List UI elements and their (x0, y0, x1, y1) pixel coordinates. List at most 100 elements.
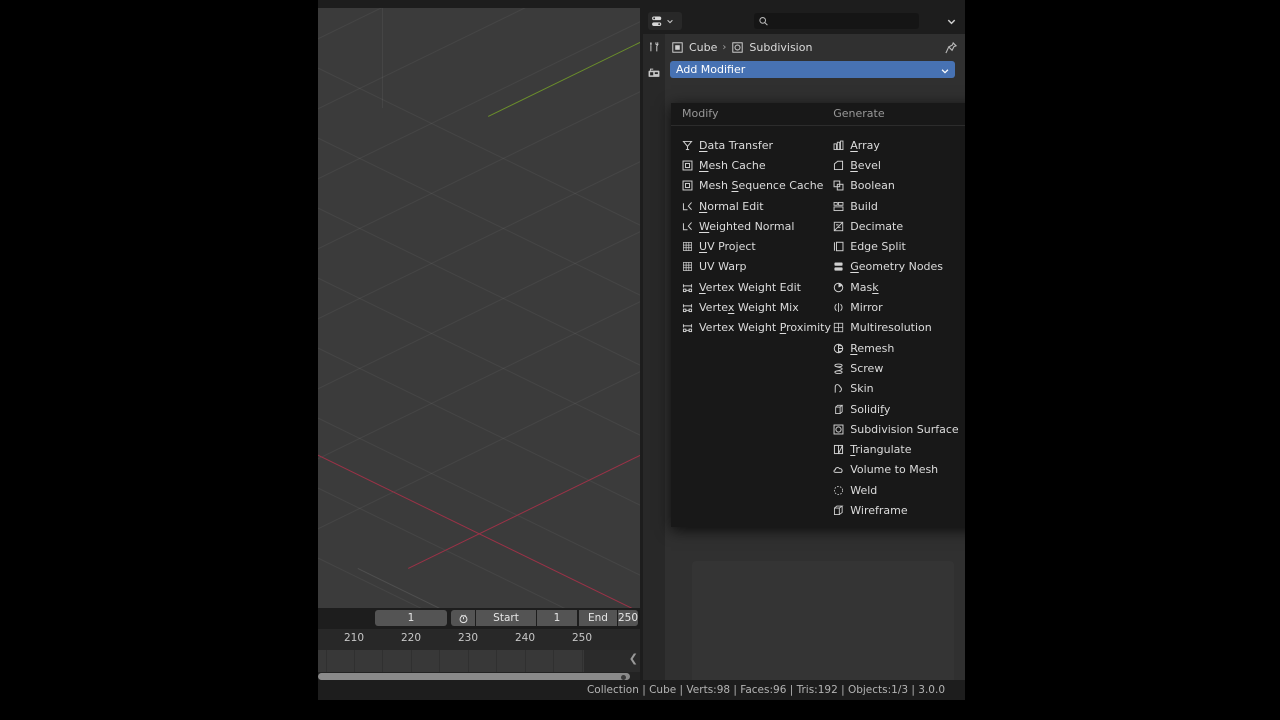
end-frame-label[interactable]: End (579, 610, 617, 626)
menu-item-build[interactable]: Build (822, 196, 965, 216)
menu-column-modify: Modify Data Transfer Mesh Cache Mesh Seq… (671, 103, 831, 527)
skin-icon (830, 382, 847, 395)
geometry-nodes-icon (830, 260, 847, 273)
start-frame-value[interactable]: 1 (537, 610, 577, 626)
menu-item-label: Mask (850, 280, 879, 294)
menu-item-edge-split[interactable]: Edge Split (822, 236, 965, 256)
timeline-horizontal-scrollbar[interactable] (318, 672, 640, 680)
add-modifier-dropdown-menu[interactable]: Modify Data Transfer Mesh Cache Mesh Seq… (671, 103, 965, 527)
scrollbar-thumb[interactable] (318, 673, 630, 680)
vertex-weight-edit-icon (679, 281, 696, 294)
menu-item-vertex-weight-proximity[interactable]: Vertex Weight Proximity (671, 318, 831, 338)
build-icon (830, 200, 847, 213)
menu-item-uv-warp[interactable]: UV Warp (671, 257, 822, 277)
menu-item-bevel[interactable]: Bevel (822, 155, 965, 175)
menu-item-label: Remesh (850, 341, 895, 355)
start-frame-label[interactable]: Start (476, 610, 536, 626)
menu-item-geometry-nodes[interactable]: Geometry Nodes (822, 257, 965, 277)
menu-item-mesh-sequence-cache[interactable]: Mesh Sequence Cache (671, 176, 824, 196)
menu-item-volume-to-mesh[interactable]: Volume to Mesh (822, 460, 965, 480)
normal-edit-icon (679, 200, 696, 213)
properties-tab-strip[interactable] (643, 34, 665, 680)
menu-item-label: Solidify (850, 402, 891, 416)
menu-item-data-transfer[interactable]: Data Transfer (671, 135, 822, 155)
menu-item-normal-edit[interactable]: Normal Edit (671, 196, 822, 216)
end-frame-value[interactable]: 250 (618, 610, 638, 626)
menu-item-wireframe[interactable]: Wireframe (822, 500, 965, 520)
menu-item-label: Normal Edit (699, 199, 764, 213)
menu-item-triangulate[interactable]: Triangulate (822, 439, 965, 459)
menu-item-mirror[interactable]: Mirror (822, 297, 965, 317)
menu-item-solidify[interactable]: Solidify (822, 399, 965, 419)
menu-item-decimate[interactable]: Decimate (822, 216, 965, 236)
menu-item-subdivision-surface[interactable]: Subdivision Surface (822, 419, 965, 439)
menu-item-multiresolution[interactable]: Multiresolution (822, 318, 965, 338)
uv-project-icon (679, 240, 696, 253)
menu-item-label: UV Warp (699, 260, 747, 274)
solidify-icon (830, 403, 847, 416)
add-modifier-button[interactable]: Add Modifier (670, 61, 955, 78)
menu-item-label: Array (850, 138, 880, 152)
search-input[interactable] (769, 15, 919, 27)
sidebar-item-tool[interactable] (643, 34, 665, 60)
uv-warp-icon (679, 260, 696, 273)
chevron-down-icon (947, 19, 955, 24)
menu-item-uv-project[interactable]: UV Project (671, 236, 822, 256)
menu-item-screw[interactable]: Screw (822, 358, 965, 378)
weighted-normal-icon (679, 220, 696, 233)
viewport-3d[interactable] (318, 8, 640, 608)
status-text: Collection | Cube | Verts:98 | Faces:96 … (586, 684, 945, 696)
menu-item-array[interactable]: Array (822, 135, 965, 155)
menu-item-label: Mesh Sequence Cache (699, 179, 824, 193)
add-modifier-label: Add Modifier (676, 63, 746, 76)
menu-item-label: Build (850, 199, 878, 213)
menu-item-weld[interactable]: Weld (822, 480, 965, 500)
pin-icon[interactable] (944, 40, 958, 59)
array-icon (830, 139, 847, 152)
wireframe-icon (830, 504, 847, 517)
menu-item-label: Decimate (850, 219, 904, 233)
vertex-weight-proximity-icon (679, 321, 696, 334)
timeline-ruler[interactable]: 210 220 230 240 250 (318, 629, 640, 650)
menu-item-weighted-normal[interactable]: Weighted Normal (671, 216, 822, 236)
menu-item-label: Boolean (850, 179, 895, 193)
breadcrumb-object-label[interactable]: Cube (689, 41, 717, 54)
header-options-chevron[interactable] (943, 13, 959, 29)
sidebar-item-render[interactable] (643, 60, 665, 86)
menu-item-label: Data Transfer (699, 138, 774, 152)
menu-item-label: Edge Split (850, 240, 906, 254)
timeline-track-area[interactable] (318, 650, 640, 672)
current-frame-field[interactable]: 1 (375, 610, 447, 626)
menu-item-label: Vertex Weight Edit (699, 280, 801, 294)
editor-type-selector[interactable] (648, 12, 682, 30)
menu-item-vertex-weight-edit[interactable]: Vertex Weight Edit (671, 277, 822, 297)
menu-item-label: Vertex Weight Proximity (699, 321, 831, 335)
timeline-editor[interactable]: 1 Start 1 End 250 210 220 230 240 250 ❮ (318, 608, 640, 680)
menu-item-skin[interactable]: Skin (822, 379, 965, 399)
menu-item-label: Mirror (850, 301, 883, 315)
screw-icon (830, 362, 847, 375)
menu-item-label: Multiresolution (850, 321, 932, 335)
ruler-tick: 210 (343, 632, 365, 644)
breadcrumb-modifier-label[interactable]: Subdivision (749, 41, 812, 54)
ruler-tick: 240 (514, 632, 536, 644)
menu-item-mesh-cache[interactable]: Mesh Cache (671, 155, 822, 175)
properties-header (643, 8, 965, 34)
menu-item-label: Weld (850, 483, 878, 497)
menu-item-label: UV Project (699, 240, 756, 254)
menu-items-generate: Array Bevel Boolean Build Decimate Edge … (822, 125, 965, 521)
edge-split-icon (830, 240, 847, 253)
ruler-tick: 250 (571, 632, 593, 644)
auto-key-timer-icon[interactable] (451, 610, 475, 626)
menu-item-remesh[interactable]: Remesh (822, 338, 965, 358)
chevron-left-icon[interactable]: ❮ (629, 652, 638, 665)
properties-editor-icon (652, 16, 662, 26)
menu-item-vertex-weight-mix[interactable]: Vertex Weight Mix (671, 297, 822, 317)
menu-item-label: Geometry Nodes (850, 260, 944, 274)
search-icon (758, 16, 769, 27)
timeline-header: 1 Start 1 End 250 (318, 608, 640, 629)
search-field[interactable] (754, 13, 919, 29)
menu-item-mask[interactable]: Mask (822, 277, 965, 297)
menu-item-boolean[interactable]: Boolean (822, 176, 965, 196)
mesh-sequence-cache-icon (679, 179, 696, 192)
